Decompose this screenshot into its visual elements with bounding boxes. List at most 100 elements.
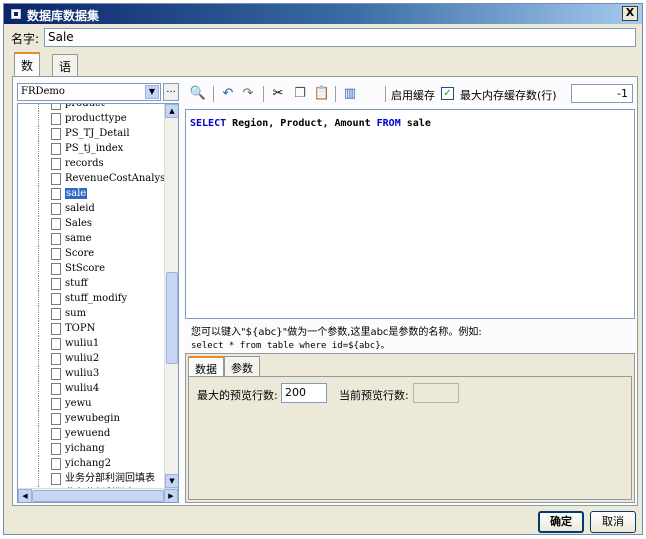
tree-item[interactable]: records bbox=[18, 156, 168, 171]
tree-item[interactable]: saleid bbox=[18, 201, 168, 216]
datasource-select[interactable]: FRDemo ▼ bbox=[17, 83, 161, 101]
table-icon bbox=[51, 308, 61, 320]
tree-item[interactable]: wuliu1 bbox=[18, 336, 168, 351]
cut-icon[interactable]: ✂ bbox=[269, 85, 287, 103]
tree-item-label: TOPN bbox=[65, 323, 96, 334]
toolbar-separator bbox=[385, 86, 386, 102]
table-icon bbox=[51, 293, 61, 305]
max-cache-label: 最大内存缓存数(行) bbox=[460, 89, 557, 102]
preview-panel: 最大的预览行数: 200 当前预览行数: bbox=[188, 376, 632, 500]
scroll-up-icon[interactable]: ▲ bbox=[165, 104, 178, 118]
cache-label: 启用缓存 bbox=[391, 89, 435, 102]
toolbar-separator bbox=[263, 86, 264, 102]
tree-item[interactable]: stuff bbox=[18, 276, 168, 291]
cancel-button[interactable]: 取消 bbox=[590, 511, 636, 533]
title-bar: 数据库数据集 X bbox=[4, 4, 642, 24]
sql-table: sale bbox=[400, 118, 431, 129]
tree-item-label: 业务分部利润回填表 bbox=[65, 473, 155, 484]
tree-item-label: Score bbox=[65, 248, 95, 259]
datasource-value: FRDemo bbox=[21, 86, 65, 97]
query-area: 🔍 ↶ ↷ ✂ ❐ 📋 ▥ 启用缓存 ✓ 最大内存缓存数(行) -1 SELEC… bbox=[185, 83, 635, 503]
browse-button[interactable]: ... bbox=[163, 83, 179, 101]
max-cache-input[interactable]: -1 bbox=[571, 84, 633, 103]
copy-icon[interactable]: ❐ bbox=[291, 85, 309, 103]
tab-semantic-layer[interactable]: 语义层 bbox=[52, 54, 79, 108]
scroll-right-icon[interactable]: ▶ bbox=[164, 489, 178, 502]
sql-editor[interactable]: SELECT Region, Product, Amount FROM sale bbox=[185, 109, 635, 319]
tree-item-label: yewuend bbox=[65, 428, 111, 439]
preview-tab-parameters[interactable]: 参数 bbox=[224, 356, 260, 376]
tree-item[interactable]: yewu bbox=[18, 396, 168, 411]
toolbar-separator bbox=[213, 86, 214, 102]
tree-item[interactable]: stuff_modify bbox=[18, 291, 168, 306]
columns-icon[interactable]: ▥ bbox=[341, 85, 359, 103]
current-preview-rows-label: 当前预览行数: bbox=[339, 389, 409, 402]
name-input[interactable]: Sale bbox=[44, 28, 636, 47]
tree-item[interactable]: PS_TJ_Detail bbox=[18, 126, 168, 141]
tree-item[interactable]: TOPN bbox=[18, 321, 168, 336]
cache-checkbox[interactable]: ✓ bbox=[441, 87, 454, 100]
tree-item-label: wuliu4 bbox=[65, 383, 100, 394]
vertical-scrollbar[interactable]: ▲ ▼ bbox=[164, 104, 178, 488]
tree-item-label: StScore bbox=[65, 263, 106, 274]
table-icon bbox=[51, 353, 61, 365]
tree-item[interactable]: yewuend bbox=[18, 426, 168, 441]
preview-tab-data[interactable]: 数据 bbox=[188, 356, 224, 376]
parameter-example: select * from table where id=${abc}。 bbox=[191, 341, 390, 351]
redo-icon[interactable]: ↷ bbox=[239, 85, 257, 103]
tree-item-label: PS_tj_index bbox=[65, 143, 124, 154]
vertical-scroll-thumb[interactable] bbox=[166, 272, 178, 364]
tree-item[interactable]: RevenueCostAnalys: bbox=[18, 171, 169, 186]
tree-item-label: saleid bbox=[65, 203, 95, 214]
tree-item[interactable]: sale bbox=[18, 186, 168, 201]
preview-icon[interactable]: 🔍 bbox=[189, 85, 207, 103]
window-title: 数据库数据集 bbox=[27, 9, 100, 23]
tree-item[interactable]: yichang2 bbox=[18, 456, 168, 471]
tree-item[interactable]: yichang bbox=[18, 441, 168, 456]
tree-item[interactable]: wuliu4 bbox=[18, 381, 168, 396]
tree-item-label: PS_TJ_Detail bbox=[65, 128, 130, 139]
tree-item-label: RevenueCostAnalys: bbox=[65, 173, 169, 184]
tree-item-label: stuff bbox=[65, 278, 88, 289]
tree-item[interactable]: product bbox=[18, 104, 168, 111]
toolbar-separator bbox=[335, 86, 336, 102]
table-icon bbox=[51, 218, 61, 230]
tree-item[interactable]: StScore bbox=[18, 261, 168, 276]
horizontal-scroll-thumb[interactable] bbox=[32, 490, 164, 502]
tree-item-label: producttype bbox=[65, 113, 127, 124]
table-icon bbox=[51, 203, 61, 215]
table-icon bbox=[51, 368, 61, 380]
tree-item[interactable]: PS_tj_index bbox=[18, 141, 168, 156]
tree-item-label: sum bbox=[65, 308, 87, 319]
paste-icon[interactable]: 📋 bbox=[313, 85, 331, 103]
tree-item[interactable]: yewubegin bbox=[18, 411, 168, 426]
scroll-left-icon[interactable]: ◀ bbox=[18, 489, 32, 502]
table-icon bbox=[51, 173, 61, 185]
max-preview-rows-label: 最大的预览行数: bbox=[197, 389, 278, 402]
table-tree: product producttype PS_TJ_Detail PS_tj_inde… bbox=[17, 103, 179, 503]
tree-item[interactable]: wuliu3 bbox=[18, 366, 168, 381]
name-label: 名字: bbox=[11, 32, 40, 46]
table-icon bbox=[51, 104, 61, 110]
max-preview-rows-input[interactable]: 200 bbox=[281, 383, 327, 403]
tab-data[interactable]: 数据 bbox=[14, 52, 41, 90]
window-icon bbox=[11, 9, 21, 19]
tree-item-label: yewubegin bbox=[65, 413, 120, 424]
undo-icon[interactable]: ↶ bbox=[219, 85, 237, 103]
tree-item[interactable]: Score bbox=[18, 246, 168, 261]
table-icon bbox=[51, 128, 61, 140]
chevron-down-icon[interactable]: ▼ bbox=[145, 85, 159, 99]
tree-item[interactable]: 业务分部利润回填表 bbox=[18, 471, 168, 486]
ok-button[interactable]: 确定 bbox=[538, 511, 584, 533]
tree-item[interactable]: Sales bbox=[18, 216, 168, 231]
tree-item-label: sale bbox=[65, 188, 88, 199]
tree-item[interactable]: producttype bbox=[18, 111, 168, 126]
tree-item-label: wuliu3 bbox=[65, 368, 100, 379]
horizontal-scrollbar[interactable]: ◀ ▶ bbox=[18, 488, 178, 502]
scroll-down-icon[interactable]: ▼ bbox=[165, 474, 178, 488]
tree-item[interactable]: wuliu2 bbox=[18, 351, 168, 366]
tree-item[interactable]: same bbox=[18, 231, 168, 246]
table-icon bbox=[51, 413, 61, 425]
close-button[interactable]: X bbox=[622, 6, 638, 21]
tree-item[interactable]: sum bbox=[18, 306, 168, 321]
